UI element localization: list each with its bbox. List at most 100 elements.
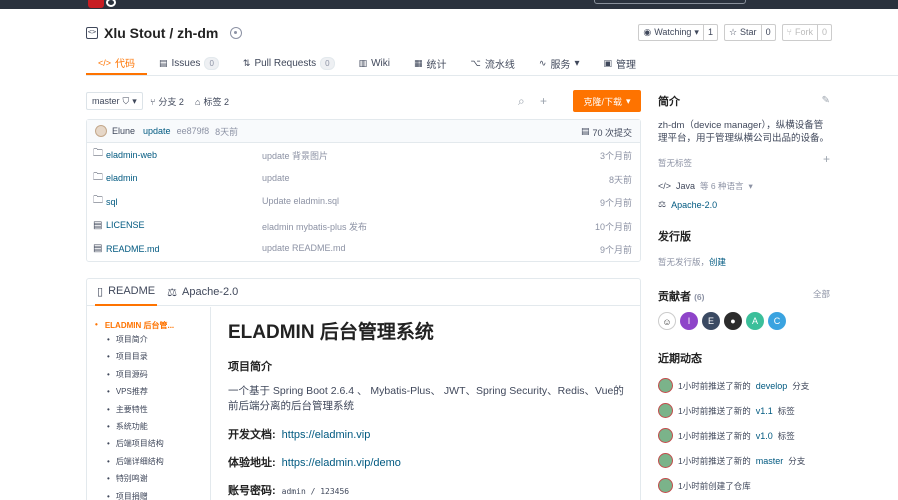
avatar[interactable]: C: [768, 312, 786, 330]
tab-code[interactable]: </> 代码: [86, 52, 148, 75]
repo-title[interactable]: Xlu Stout / zh-dm: [104, 25, 218, 41]
repo-description: zh-dm（device manager），纵横设备管理平台，用于管理纵横公司出…: [658, 120, 830, 144]
file-commit-message[interactable]: eladmin mybatis-plus 发布: [262, 220, 367, 233]
toc-item[interactable]: 项目简介: [107, 331, 210, 348]
toc-item-top[interactable]: • ELADMIN 后台管...: [87, 307, 210, 331]
avatar[interactable]: [95, 125, 107, 137]
file-row[interactable]: ▤ README.md update README.md 9个月前: [87, 237, 640, 261]
star-button[interactable]: ☆ Star 0: [723, 24, 776, 41]
avatar[interactable]: ●: [724, 312, 742, 330]
toc-item-label: 主要特性: [115, 404, 148, 414]
activity-ref-link[interactable]: master: [756, 456, 784, 466]
tab-count-badge: 0: [204, 57, 219, 70]
fork-count[interactable]: 0: [816, 25, 831, 40]
clone-download-button[interactable]: 克隆/下载 ▾: [573, 90, 641, 112]
tab-wiki[interactable]: ▥ Wiki: [347, 52, 402, 75]
avatar[interactable]: [658, 453, 673, 468]
file-row[interactable]: 🗀 eladmin-web update 背景图片 3个月前: [87, 143, 640, 167]
readme-title: ELADMIN 后台管理系统: [228, 322, 434, 343]
scale-icon: ⚖: [658, 199, 667, 209]
file-commit-message[interactable]: update: [262, 173, 290, 183]
toc-item[interactable]: 系统功能: [107, 418, 210, 435]
toc-item[interactable]: 项目目录: [107, 348, 210, 365]
avatar[interactable]: [658, 403, 673, 418]
license-row[interactable]: ⚖ Apache-2.0: [658, 199, 832, 210]
edit-icon[interactable]: ✎: [822, 95, 830, 106]
repo-settings-icon[interactable]: [230, 27, 243, 39]
avatar[interactable]: [658, 428, 673, 443]
file-name[interactable]: eladmin-web: [106, 150, 264, 160]
commit-count-link[interactable]: ▤ 70 次提交: [581, 126, 632, 139]
commit-count: 70 次提交: [592, 128, 632, 138]
folder-icon: 🗀: [93, 148, 103, 160]
branch-select[interactable]: master ⛉ ▾: [86, 92, 143, 110]
file-commit-message[interactable]: update 背景图片: [262, 149, 328, 162]
tab-pull-requests[interactable]: ⇅ Pull Requests 0: [231, 52, 347, 75]
chevron-down-icon: ▾: [132, 96, 137, 106]
tags-link[interactable]: ⌂ 标签 2: [195, 95, 229, 108]
activity-ref-link[interactable]: develop: [756, 381, 788, 391]
activity-suffix: 标签: [777, 405, 795, 416]
search-icon[interactable]: ⌕: [518, 94, 525, 109]
tab-manage[interactable]: ▣ 管理: [591, 52, 648, 75]
watch-count[interactable]: 1: [702, 25, 717, 40]
fork-button[interactable]: ⑂ Fork 0: [781, 24, 832, 41]
add-tag-icon[interactable]: +: [823, 152, 830, 166]
toc-item[interactable]: 后端详细结构: [107, 453, 210, 470]
file-name[interactable]: README.md: [106, 244, 264, 254]
fork-label: Fork: [794, 27, 813, 37]
avatar[interactable]: [658, 378, 673, 393]
doc-link[interactable]: https://eladmin.vip: [282, 429, 371, 441]
activity-ref-link[interactable]: v1.0: [756, 431, 773, 441]
tab-stats[interactable]: ▦ 统计: [402, 52, 459, 75]
tab-pipeline[interactable]: ⌥ 流水线: [459, 52, 527, 75]
file-name[interactable]: LICENSE: [106, 220, 264, 230]
file-commit-time: 9个月前: [599, 198, 632, 208]
file-name[interactable]: eladmin: [106, 173, 264, 183]
add-file-icon[interactable]: +: [540, 94, 547, 108]
tab-services[interactable]: ∿ 服务 ▾: [527, 52, 592, 75]
commit-author[interactable]: Elune: [112, 126, 135, 136]
avatar[interactable]: I: [680, 312, 698, 330]
file-row[interactable]: 🗀 sql Update eladmin.sql 9个月前: [87, 190, 640, 214]
file-commit-message[interactable]: update README.md: [262, 243, 346, 253]
toc-item[interactable]: 项目捐赠: [107, 488, 210, 500]
demo-link[interactable]: https://eladmin.vip/demo: [282, 457, 401, 469]
avatar[interactable]: ☺: [658, 312, 676, 330]
avatar[interactable]: E: [702, 312, 720, 330]
activity-ref-link[interactable]: v1.1: [756, 406, 773, 416]
file-commit-time: 10个月前: [594, 221, 632, 232]
watch-button[interactable]: ◉ Watching ▾ 1: [638, 24, 718, 41]
create-release-link[interactable]: 创建: [709, 257, 726, 267]
toc-item[interactable]: 特别鸣谢: [107, 470, 210, 487]
toc-item[interactable]: VPS推荐: [107, 383, 210, 400]
tab-issues[interactable]: ▤ Issues 0: [147, 52, 231, 75]
commit-message[interactable]: update: [143, 126, 171, 136]
repo-icon: <>: [86, 27, 98, 39]
global-search-input[interactable]: [594, 0, 746, 4]
file-row[interactable]: ▤ LICENSE eladmin mybatis-plus 发布 10个月前: [87, 214, 640, 238]
toc-item[interactable]: 后端项目结构: [107, 435, 210, 452]
commit-time: 8天前: [215, 126, 239, 137]
all-contributors-link[interactable]: 全部: [813, 288, 830, 300]
fork-icon: ⑂: [786, 27, 792, 37]
file-name[interactable]: sql: [106, 197, 264, 207]
repo-sidebar: 简介 ✎ zh-dm（device manager），纵横设备管理平台，用于管理…: [658, 93, 832, 498]
file-commit-message[interactable]: Update eladmin.sql: [262, 196, 339, 206]
gitee-logo-icon[interactable]: [88, 0, 104, 8]
commit-sha[interactable]: ee879f8: [177, 126, 210, 136]
star-count[interactable]: 0: [760, 25, 775, 40]
tab-readme[interactable]: ▯ README: [95, 279, 158, 306]
toc-item-label: 后端项目结构: [115, 439, 164, 449]
avatar[interactable]: [658, 478, 673, 493]
toc-item[interactable]: 项目源码: [107, 366, 210, 383]
tab-license[interactable]: ⚖ Apache-2.0: [165, 279, 240, 306]
file-row[interactable]: 🗀 eladmin update 8天前: [87, 167, 640, 191]
chevron-down-icon: ▾: [574, 58, 580, 69]
branch-toolbar: master ⛉ ▾ ⑂ 分支 2 ⌂ 标签 2 ⌕ + 克隆/下载 ▾: [86, 90, 641, 112]
toc-item-label: 项目捐赠: [115, 491, 148, 500]
toc-item[interactable]: 主要特性: [107, 401, 210, 418]
branches-link[interactable]: ⑂ 分支 2: [150, 95, 184, 108]
languages-row[interactable]: </> Java 等 6 种语言 ▾: [658, 180, 832, 192]
avatar[interactable]: A: [746, 312, 764, 330]
